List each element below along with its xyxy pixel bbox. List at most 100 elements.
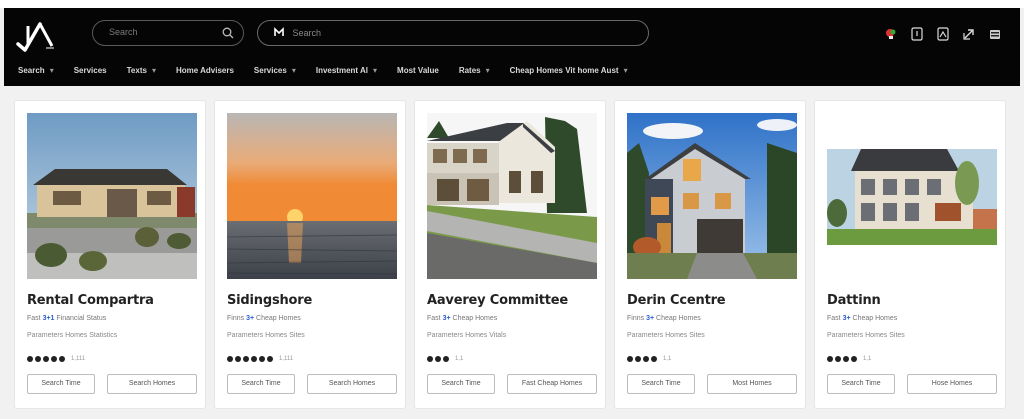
listing-detail-part: 3+	[842, 315, 851, 322]
listing-subdetails: Parameters Homes Sites	[827, 332, 905, 339]
listing-detail-part: Fast	[27, 315, 41, 322]
rating-dot-icon	[35, 356, 41, 362]
listing-card[interactable]: Rental Compartra Fast 3+1 Financial Statu…	[14, 100, 206, 409]
secondary-action-button[interactable]: Hose Homes	[907, 374, 997, 394]
secondary-action-button[interactable]: Search Homes	[307, 374, 397, 394]
rating-dot-icon	[443, 356, 449, 362]
rating-dot-icon	[643, 356, 649, 362]
primary-action-button[interactable]: Search Time	[27, 374, 95, 394]
listing-detail-part: Financial Status	[56, 315, 107, 322]
nav-item[interactable]: Search ▾	[18, 66, 54, 75]
listing-card[interactable]: Derin Ccentre Finns 3+ Cheap Homes Paramet…	[614, 100, 806, 409]
rating-dot-icon	[627, 356, 633, 362]
nav-item[interactable]: Rates ▾	[459, 66, 490, 75]
rating-dot-icon	[43, 356, 49, 362]
primary-action-button[interactable]: Search Time	[827, 374, 895, 394]
listing-detail-part: Finns	[627, 315, 645, 322]
listing-title[interactable]: Sidingshore	[227, 293, 312, 308]
listing-title[interactable]: Aaverey Committee	[427, 293, 568, 308]
rating-dot-icon	[235, 356, 241, 362]
primary-action-button[interactable]: Search Time	[227, 374, 295, 394]
nav-item[interactable]: Investment Al ▾	[316, 66, 377, 75]
listing-image[interactable]	[427, 113, 597, 279]
nav-item[interactable]: Services ▾	[254, 66, 296, 75]
listing-image[interactable]	[627, 113, 797, 279]
bookmark-icon[interactable]	[910, 27, 924, 41]
listing-detail-part: Finns	[227, 315, 245, 322]
listing-detail-part: Cheap Homes	[852, 315, 898, 322]
listing-detail-part: Fast	[827, 315, 841, 322]
listing-detail-part: 3+	[246, 315, 255, 322]
listing-image[interactable]	[827, 113, 997, 279]
location-placeholder: Search	[292, 28, 322, 38]
rating-dot-icon	[435, 356, 441, 362]
secondary-action-button[interactable]: Search Homes	[107, 374, 197, 394]
listing-card[interactable]: Sidingshore Finns 3+ Cheap Homes Parameter…	[214, 100, 406, 409]
rating-count: 1,111	[71, 356, 86, 362]
sunset-photo	[227, 113, 397, 279]
listing-detail-part: Cheap Homes	[256, 315, 301, 322]
location-search-input[interactable]: Search	[257, 20, 649, 46]
secondary-action-button[interactable]: Most Homes	[707, 374, 797, 394]
header-icons	[884, 27, 1002, 41]
rating-dot-icon	[27, 356, 33, 362]
listing-image[interactable]	[27, 113, 197, 279]
rating-dot-icon	[59, 356, 65, 362]
listing-details: Fast 3+ Cheap Homes	[427, 315, 497, 322]
rating: 1,1	[627, 356, 671, 362]
secondary-action-button[interactable]: Fast Cheap Homes	[507, 374, 597, 394]
listing-detail-part: 3+	[646, 315, 655, 322]
rating-dot-icon	[843, 356, 849, 362]
listing-detail-part: 3+1	[42, 315, 55, 322]
listing-detail-part: Fast	[427, 315, 441, 322]
rating-dot-icon	[827, 356, 833, 362]
chevron-down-icon: ▾	[49, 66, 54, 75]
search-placeholder: Search	[109, 27, 138, 37]
rating-dot-icon	[243, 356, 249, 362]
share-icon[interactable]	[962, 27, 976, 41]
listing-title[interactable]: Rental Compartra	[27, 293, 154, 308]
nav-item-label: Most Value	[397, 66, 439, 75]
rating-dot-icon	[651, 356, 657, 362]
rating-dot-icon	[427, 356, 433, 362]
header-bar: Search Search Search ▾ Services Texts ▾ …	[4, 8, 1020, 86]
listing-card[interactable]: Dattinn Fast 3+ Cheap Homes Parameters Hom…	[814, 100, 1006, 409]
listing-detail-part: Cheap Homes	[656, 315, 701, 322]
nav-item-label: Services	[253, 66, 287, 75]
nav-item-label: Home Advisers	[175, 66, 234, 75]
search-icon[interactable]	[221, 26, 235, 40]
nav-item[interactable]: Home Advisers	[176, 66, 234, 75]
rating: 1,111	[227, 356, 293, 362]
rating-dot-icon	[251, 356, 257, 362]
primary-action-button[interactable]: Search Time	[427, 374, 495, 394]
listing-details: Finns 3+ Cheap Homes	[227, 315, 301, 322]
primary-action-button[interactable]: Search Time	[627, 374, 695, 394]
listing-cards: Rental Compartra Fast 3+1 Financial Statu…	[14, 100, 1006, 409]
nav-item[interactable]: Services	[74, 66, 107, 75]
house-photo	[27, 113, 197, 279]
image-icon[interactable]	[936, 27, 950, 41]
listing-card[interactable]: Aaverey Committee Fast 3+ Cheap Homes Para…	[414, 100, 606, 409]
listing-image[interactable]	[227, 113, 397, 279]
listing-subdetails: Parameters Homes Vitals	[427, 332, 507, 339]
rating: 1,1	[427, 356, 463, 362]
listing-subdetails: Parameters Homes Statistics	[27, 332, 118, 339]
listing-details: Fast 3+1 Financial Status	[27, 315, 106, 322]
nav-item[interactable]: Most Value	[397, 66, 439, 75]
listing-title[interactable]: Derin Ccentre	[627, 293, 726, 308]
listing-title[interactable]: Dattinn	[827, 293, 881, 308]
notification-icon[interactable]	[884, 27, 898, 41]
rating-dot-icon	[227, 356, 233, 362]
listing-details: Finns 3+ Cheap Homes	[627, 315, 701, 322]
search-input[interactable]: Search	[92, 20, 244, 46]
nav-item[interactable]: Cheap Homes Vit home Aust ▾	[510, 66, 628, 75]
nav-item[interactable]: Texts ▾	[127, 66, 156, 75]
rating-dot-icon	[635, 356, 641, 362]
top-strip	[0, 0, 1024, 8]
house-photo	[627, 113, 797, 279]
logo-icon[interactable]	[14, 18, 60, 58]
menu-icon[interactable]	[988, 27, 1002, 41]
rating-count: 1,111	[279, 356, 294, 362]
nav-item-label: Search	[18, 66, 45, 75]
nav-item-label: Services	[73, 66, 107, 75]
